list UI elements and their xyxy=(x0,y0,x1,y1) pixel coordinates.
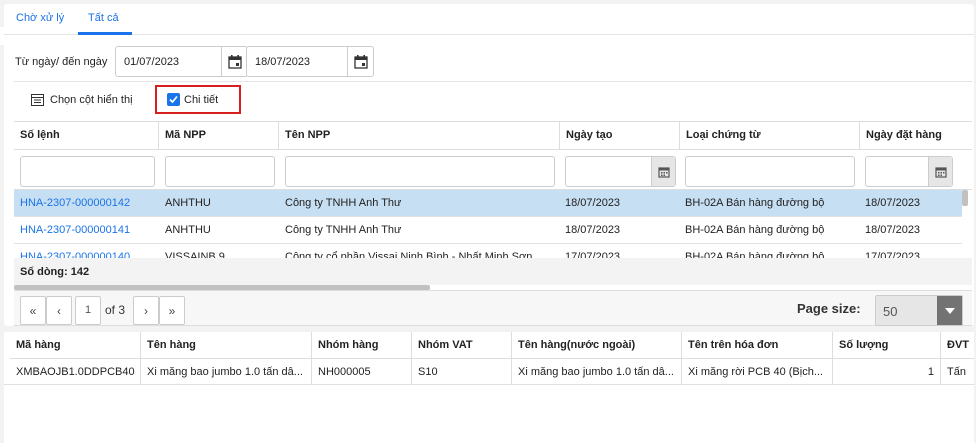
col-header-so-lenh[interactable]: Số lệnh xyxy=(14,122,159,150)
orders-panel: Chờ xử lý Tất cả Từ ngày/ đến ngày 01/07… xyxy=(4,4,974,326)
date-range-label: Từ ngày/ đến ngày xyxy=(15,56,108,68)
tab-bar: Chờ xử lý Tất cả xyxy=(4,4,974,35)
distributor-name: Công ty TNHH Anh Thư xyxy=(285,197,402,209)
order-date: 18/07/2023 xyxy=(865,224,921,236)
foreign-item-name: Xi măng bao jumbo 1.0 tấn dâ... xyxy=(512,359,682,385)
quantity: 1 xyxy=(833,359,941,385)
page-number-input[interactable]: 1 xyxy=(75,296,101,325)
filter-loai-chung-tu-input[interactable] xyxy=(685,156,855,187)
col-header-ten-hang-nuoc-ngoai[interactable]: Tên hàng(nước ngoài) xyxy=(512,332,682,359)
date-from-value[interactable]: 01/07/2023 xyxy=(124,56,179,68)
filter-row xyxy=(14,150,972,190)
col-header-ma-hang[interactable]: Mã hàng xyxy=(10,332,141,359)
col-header-ten-tren-hoa-don[interactable]: Tên trên hóa đơn xyxy=(682,332,833,359)
page-size-select[interactable]: 50 xyxy=(875,295,963,326)
date-from-field[interactable]: 01/07/2023 xyxy=(115,46,248,77)
detail-checkbox[interactable] xyxy=(167,93,180,106)
filter-ten-npp-input[interactable] xyxy=(285,156,555,187)
orders-grid: Số lệnh Mã NPP Tên NPP Ngày tạo Loại chứ… xyxy=(14,121,972,291)
row-count: Số dòng: 142 xyxy=(14,258,972,285)
col-header-ngay-dat-hang[interactable]: Ngày đặt hàng xyxy=(860,122,972,150)
date-to-field[interactable]: 18/07/2023 xyxy=(246,46,374,77)
calendar-icon[interactable] xyxy=(221,47,247,76)
chevron-down-icon[interactable] xyxy=(937,296,962,325)
calendar-icon[interactable] xyxy=(651,157,675,186)
item-code: XMBAOJB1.0DDPCB40 xyxy=(10,359,141,385)
pager: « ‹ 1 of 3 › » Page size: 50 xyxy=(14,290,972,326)
col-header-ten-hang[interactable]: Tên hàng xyxy=(141,332,312,359)
table-row[interactable]: HNA-2307-000000142 ANHTHU Công ty TNHH A… xyxy=(14,190,962,217)
filter-so-lenh-input[interactable] xyxy=(20,156,155,187)
col-header-ten-npp[interactable]: Tên NPP xyxy=(279,122,560,150)
choose-columns-label: Chọn cột hiển thị xyxy=(50,94,133,106)
vat-group: S10 xyxy=(412,359,512,385)
next-page-button[interactable]: › xyxy=(133,296,159,325)
col-header-loai-chung-tu[interactable]: Loại chứng từ xyxy=(680,122,860,150)
tab-pending[interactable]: Chờ xử lý xyxy=(16,12,64,24)
distributor-code: ANHTHU xyxy=(165,197,211,209)
col-header-nhom-hang[interactable]: Nhóm hàng xyxy=(312,332,412,359)
tab-all[interactable]: Tất cả xyxy=(88,12,119,24)
unit: Tấn xyxy=(947,366,966,378)
col-header-ngay-tao[interactable]: Ngày tạo xyxy=(560,122,680,150)
prev-page-button[interactable]: ‹ xyxy=(46,296,72,325)
distributor-code: ANHTHU xyxy=(165,224,211,236)
filter-ngay-tao-input[interactable] xyxy=(565,156,676,187)
detail-panel: Mã hàng Tên hàng Nhóm hàng Nhóm VAT Tên … xyxy=(4,332,974,443)
document-type: BH-02A Bán hàng đường bộ xyxy=(685,197,825,209)
col-header-dvt[interactable]: ĐVT xyxy=(941,332,974,359)
detail-label: Chi tiết xyxy=(184,93,219,106)
document-type: BH-02A Bán hàng đường bộ xyxy=(685,224,825,236)
col-header-nhom-vat[interactable]: Nhóm VAT xyxy=(412,332,512,359)
divider xyxy=(14,81,972,82)
order-number-link[interactable]: HNA-2307-000000141 xyxy=(20,224,155,236)
page-of-label: of 3 xyxy=(105,303,126,317)
order-number-link[interactable]: HNA-2307-000000142 xyxy=(20,197,155,209)
first-page-button[interactable]: « xyxy=(20,296,46,325)
page-size-label: Page size: xyxy=(797,301,861,316)
item-name: Xi măng bao jumbo 1.0 tấn dâ... xyxy=(141,359,312,385)
created-date: 18/07/2023 xyxy=(565,224,621,236)
calendar-icon[interactable] xyxy=(928,157,952,186)
distributor-name: Công ty TNHH Anh Thư xyxy=(285,224,402,236)
filter-ma-npp-input[interactable] xyxy=(165,156,275,187)
date-to-value[interactable]: 18/07/2023 xyxy=(255,56,310,68)
invoice-name: Xi măng rời PCB 40 (Bịch... xyxy=(682,359,833,385)
created-date: 18/07/2023 xyxy=(565,197,621,209)
active-tab-indicator xyxy=(78,32,132,35)
table-row[interactable]: HNA-2307-000000141 ANHTHU Công ty TNHH A… xyxy=(14,217,962,244)
vertical-scrollbar[interactable] xyxy=(962,190,968,206)
calendar-icon[interactable] xyxy=(347,47,373,76)
table-row[interactable]: XMBAOJB1.0DDPCB40 Xi măng bao jumbo 1.0 … xyxy=(4,359,974,385)
filter-ngay-dat-hang-input[interactable] xyxy=(865,156,953,187)
columns-icon xyxy=(31,94,44,106)
item-group: NH000005 xyxy=(312,359,412,385)
page-size-value: 50 xyxy=(883,304,898,319)
col-header-so-luong[interactable]: Số lượng xyxy=(833,332,941,359)
order-date: 18/07/2023 xyxy=(865,197,921,209)
col-header-ma-npp[interactable]: Mã NPP xyxy=(159,122,279,150)
choose-columns-button[interactable]: Chọn cột hiển thị xyxy=(31,94,133,106)
last-page-button[interactable]: » xyxy=(159,296,185,325)
detail-toggle[interactable]: Chi tiết xyxy=(155,85,241,114)
